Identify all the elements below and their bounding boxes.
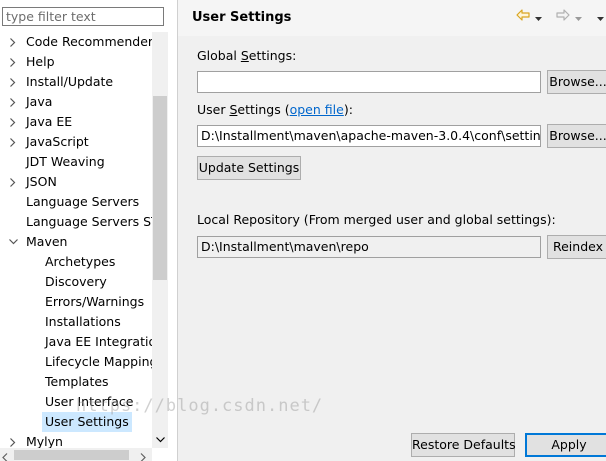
tree-item-label: Installations	[45, 314, 121, 329]
preferences-navigation: Code Recommenders Help Install/Update Java J…	[0, 0, 176, 461]
tree-item[interactable]: Language Servers STS	[0, 212, 153, 232]
chevron-right-icon[interactable]	[8, 72, 18, 92]
chevron-right-icon[interactable]	[8, 172, 18, 192]
tree-item-label: Language Servers STS	[26, 214, 153, 229]
tree-item-label: Java EE Integration	[45, 334, 153, 349]
user-settings-field[interactable]: D:\Installment\maven\apache-maven-3.0.4\…	[197, 125, 541, 147]
tree-horizontal-scrollbar[interactable]	[0, 448, 152, 461]
chevron-down-icon[interactable]	[8, 232, 18, 252]
restore-defaults-button[interactable]: Restore Defaults	[411, 433, 516, 457]
scroll-down-icon[interactable]	[156, 431, 165, 446]
chevron-right-icon[interactable]	[8, 32, 18, 52]
tree-item-label: JavaScript	[26, 134, 89, 149]
scroll-left-icon[interactable]	[2, 450, 8, 461]
tree-item[interactable]: Installations	[0, 312, 153, 332]
tree-item[interactable]: JDT Weaving	[0, 152, 153, 172]
chevron-right-icon[interactable]	[8, 432, 18, 448]
tree-item[interactable]: Errors/Warnings	[0, 292, 153, 312]
tree-item[interactable]: Java EE	[0, 112, 153, 132]
tree-item-label: JDT Weaving	[26, 154, 105, 169]
tree-item-label: User Settings	[42, 412, 132, 432]
tree-item-label: Discovery	[45, 274, 107, 289]
tree-item-label: Maven	[26, 234, 68, 249]
tree-item[interactable]: Mylyn	[0, 432, 153, 448]
update-settings-button[interactable]: Update Settings	[197, 156, 301, 180]
tree-item[interactable]: Archetypes	[0, 252, 153, 272]
page-content: Global Settings: Browse... User Settings…	[178, 36, 606, 461]
tree-item-label: Archetypes	[45, 254, 116, 269]
chevron-right-icon[interactable]	[8, 52, 18, 72]
tree-item-label: Mylyn	[26, 434, 63, 448]
tree-item[interactable]: JavaScript	[0, 132, 153, 152]
chevron-right-icon[interactable]	[8, 112, 18, 132]
forward-arrow-icon[interactable]	[556, 9, 570, 24]
view-menu-icon[interactable]	[597, 9, 604, 24]
tree-item-label: Java EE	[26, 114, 73, 129]
local-repository-field[interactable]: D:\Installment\maven\repo	[197, 236, 541, 258]
tree-item[interactable]: Install/Update	[0, 72, 153, 92]
tree-item[interactable]: Java	[0, 92, 153, 112]
tree-item-label: Errors/Warnings	[45, 294, 145, 309]
back-arrow-icon[interactable]	[516, 9, 530, 24]
global-settings-field[interactable]	[197, 71, 541, 93]
tree-horizontal-scrollbar-thumb[interactable]	[14, 450, 129, 460]
tree-vertical-scrollbar[interactable]	[152, 32, 168, 448]
tree-item[interactable]: Language Servers	[0, 192, 153, 212]
tree-item-label: User Interface	[45, 394, 134, 409]
tree-item[interactable]: Java EE Integration	[0, 332, 153, 352]
user-settings-label: User Settings (open file):	[197, 102, 353, 117]
tree-item-label: Help	[26, 54, 55, 69]
tree-item-label: Lifecycle Mappings	[45, 354, 153, 369]
scroll-right-icon[interactable]	[140, 450, 146, 461]
view-menu-button[interactable]	[597, 9, 604, 24]
tree-item[interactable]: User Interface	[0, 392, 153, 412]
tree-item[interactable]: Help	[0, 52, 153, 72]
tree-item[interactable]: Maven	[0, 232, 153, 252]
tree-item-label: Language Servers	[26, 194, 140, 209]
chevron-right-icon[interactable]	[8, 132, 18, 152]
forward-button[interactable]	[556, 9, 582, 24]
tree-item-label: Code Recommenders	[26, 34, 153, 49]
tree-item-selected[interactable]: User Settings	[0, 412, 153, 432]
apply-button[interactable]: Apply	[525, 433, 606, 457]
back-history-dropdown-icon[interactable]	[535, 9, 542, 24]
settings-page: User Settings Global Settings: Browse...…	[178, 0, 606, 461]
reindex-button[interactable]: Reindex	[547, 235, 606, 259]
tree-item[interactable]: Code Recommenders	[0, 32, 153, 52]
forward-history-dropdown-icon[interactable]	[575, 9, 582, 24]
tree-item[interactable]: JSON	[0, 172, 153, 192]
global-settings-label: Global Settings:	[197, 48, 297, 63]
page-title: User Settings	[192, 10, 292, 25]
preferences-tree: Code Recommenders Help Install/Update Java J…	[0, 32, 153, 448]
open-file-link[interactable]: open file	[290, 102, 344, 117]
tree-item-label: Java	[26, 94, 53, 109]
tree-item-label: Install/Update	[26, 74, 114, 89]
tree-vertical-scrollbar-thumb[interactable]	[153, 96, 167, 280]
tree-item-label: JSON	[26, 174, 57, 189]
preferences-dialog: Code Recommenders Help Install/Update Java J…	[0, 0, 606, 461]
chevron-right-icon[interactable]	[8, 92, 18, 112]
back-button[interactable]	[516, 9, 542, 24]
tree-item-label: Templates	[45, 374, 109, 389]
global-browse-button[interactable]: Browse...	[547, 70, 606, 94]
page-header: User Settings	[178, 0, 606, 36]
filter-input[interactable]	[2, 7, 164, 26]
user-browse-button[interactable]: Browse...	[547, 124, 606, 148]
tree-item[interactable]: Discovery	[0, 272, 153, 292]
tree-item[interactable]: Templates	[0, 372, 153, 392]
local-repository-label: Local Repository (From merged user and g…	[197, 212, 556, 227]
tree-item[interactable]: Lifecycle Mappings	[0, 352, 153, 372]
